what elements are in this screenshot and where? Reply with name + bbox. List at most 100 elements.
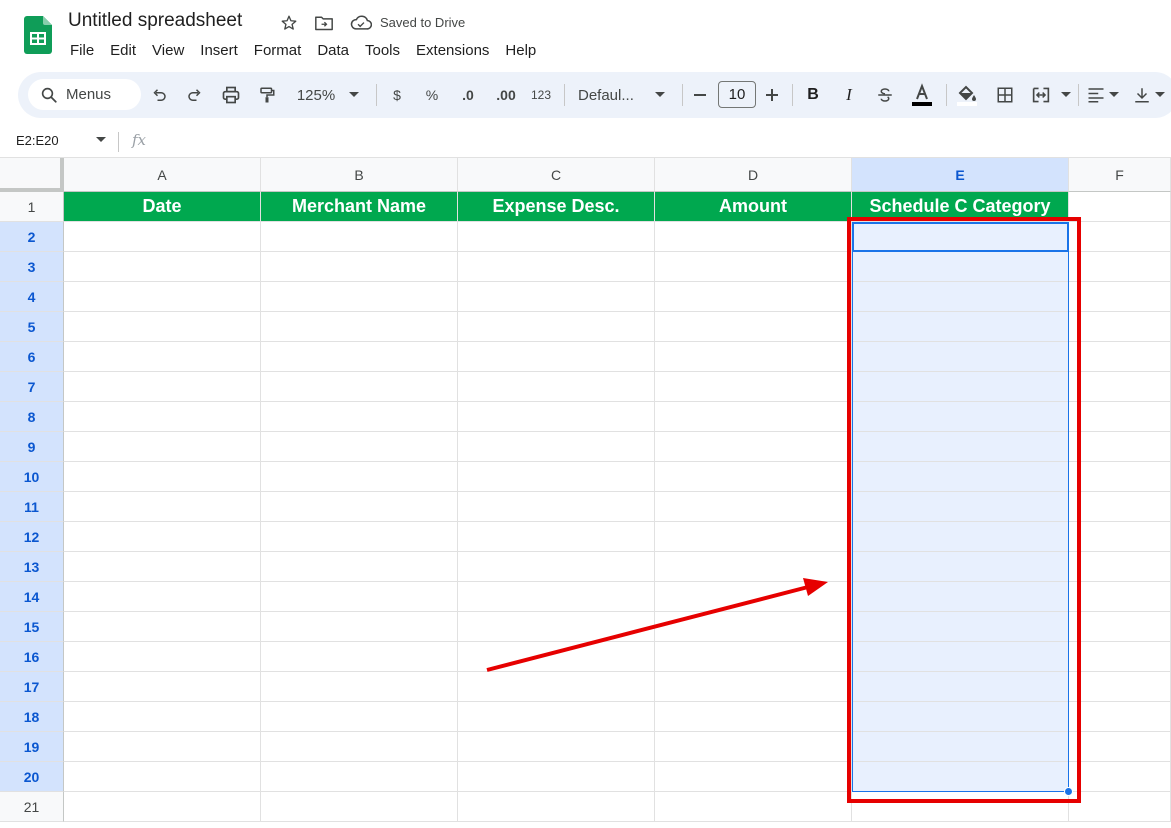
header-cell-e[interactable]: Schedule C Category	[852, 192, 1069, 222]
cell-c6[interactable]	[458, 342, 655, 372]
cell-c15[interactable]	[458, 612, 655, 642]
cell-c4[interactable]	[458, 282, 655, 312]
cell-a10[interactable]	[64, 462, 261, 492]
cell-a15[interactable]	[64, 612, 261, 642]
cell-f19[interactable]	[1069, 732, 1171, 762]
menu-view[interactable]: View	[144, 40, 192, 61]
cell-b13[interactable]	[261, 552, 458, 582]
cell-d21[interactable]	[655, 792, 852, 822]
row-header-15[interactable]: 15	[0, 612, 64, 642]
cell-b12[interactable]	[261, 522, 458, 552]
cell-a9[interactable]	[64, 432, 261, 462]
column-header-e[interactable]: E	[852, 158, 1069, 192]
cell-c8[interactable]	[458, 402, 655, 432]
column-header-c[interactable]: C	[458, 158, 655, 192]
cell-d7[interactable]	[655, 372, 852, 402]
cell-e5[interactable]	[852, 312, 1069, 342]
move-folder-icon[interactable]	[313, 12, 335, 34]
cell-b20[interactable]	[261, 762, 458, 792]
cell-e19[interactable]	[852, 732, 1069, 762]
search-menus-button[interactable]: Menus	[28, 79, 141, 110]
cell-e8[interactable]	[852, 402, 1069, 432]
cell-f15[interactable]	[1069, 612, 1171, 642]
cell-d12[interactable]	[655, 522, 852, 552]
fill-handle[interactable]	[1064, 787, 1073, 796]
cell-b21[interactable]	[261, 792, 458, 822]
cell-c12[interactable]	[458, 522, 655, 552]
column-header-f[interactable]: F	[1069, 158, 1171, 192]
cell-b2[interactable]	[261, 222, 458, 252]
row-header-16[interactable]: 16	[0, 642, 64, 672]
font-family-select[interactable]: Defaul...	[578, 72, 650, 118]
cell-d13[interactable]	[655, 552, 852, 582]
cell-a19[interactable]	[64, 732, 261, 762]
paint-format-icon[interactable]	[254, 72, 280, 118]
cell-b3[interactable]	[261, 252, 458, 282]
cell-f12[interactable]	[1069, 522, 1171, 552]
cell-b18[interactable]	[261, 702, 458, 732]
header-cell-d[interactable]: Amount	[655, 192, 852, 222]
cell-e9[interactable]	[852, 432, 1069, 462]
cell-d4[interactable]	[655, 282, 852, 312]
row-header-5[interactable]: 5	[0, 312, 64, 342]
fill-color-icon[interactable]	[954, 72, 980, 118]
cell-a12[interactable]	[64, 522, 261, 552]
row-header-19[interactable]: 19	[0, 732, 64, 762]
undo-icon[interactable]	[146, 72, 172, 118]
cell-d20[interactable]	[655, 762, 852, 792]
cell-c5[interactable]	[458, 312, 655, 342]
cell-a21[interactable]	[64, 792, 261, 822]
bold-button[interactable]: B	[802, 72, 824, 118]
cell-f13[interactable]	[1069, 552, 1171, 582]
menu-extensions[interactable]: Extensions	[408, 40, 497, 61]
cell-d11[interactable]	[655, 492, 852, 522]
font-size-input[interactable]: 10	[718, 81, 756, 108]
cell-e18[interactable]	[852, 702, 1069, 732]
cell-c9[interactable]	[458, 432, 655, 462]
cell-e6[interactable]	[852, 342, 1069, 372]
cell-a20[interactable]	[64, 762, 261, 792]
cell-a2[interactable]	[64, 222, 261, 252]
column-header-b[interactable]: B	[261, 158, 458, 192]
borders-icon[interactable]	[992, 72, 1018, 118]
menu-data[interactable]: Data	[309, 40, 357, 61]
row-header-7[interactable]: 7	[0, 372, 64, 402]
cell-d3[interactable]	[655, 252, 852, 282]
horizontal-align-icon[interactable]	[1084, 72, 1108, 118]
currency-format-button[interactable]: $	[386, 72, 408, 118]
row-header-18[interactable]: 18	[0, 702, 64, 732]
cell-b5[interactable]	[261, 312, 458, 342]
cloud-saved-icon[interactable]	[350, 12, 372, 34]
sheets-logo-icon[interactable]	[24, 16, 52, 54]
cell-f20[interactable]	[1069, 762, 1171, 792]
cell-f6[interactable]	[1069, 342, 1171, 372]
cell-a3[interactable]	[64, 252, 261, 282]
cell-d17[interactable]	[655, 672, 852, 702]
cell-f18[interactable]	[1069, 702, 1171, 732]
spreadsheet-grid[interactable]: A B C D E F 1 Date Merchant Name Expense Desc. Amo…	[0, 158, 1171, 828]
cell-c10[interactable]	[458, 462, 655, 492]
column-header-d[interactable]: D	[655, 158, 852, 192]
cell-f7[interactable]	[1069, 372, 1171, 402]
cell-a5[interactable]	[64, 312, 261, 342]
cell-a13[interactable]	[64, 552, 261, 582]
italic-button[interactable]: I	[838, 72, 860, 118]
cell-b10[interactable]	[261, 462, 458, 492]
cell-d10[interactable]	[655, 462, 852, 492]
row-header-8[interactable]: 8	[0, 402, 64, 432]
cell-d15[interactable]	[655, 612, 852, 642]
cell-c17[interactable]	[458, 672, 655, 702]
increase-font-size-icon[interactable]	[762, 72, 782, 118]
merge-dropdown-icon[interactable]	[1058, 72, 1074, 118]
cell-a14[interactable]	[64, 582, 261, 612]
vertical-align-icon[interactable]	[1130, 72, 1154, 118]
header-cell-c[interactable]: Expense Desc.	[458, 192, 655, 222]
menu-file[interactable]: File	[62, 40, 102, 61]
cell-e10[interactable]	[852, 462, 1069, 492]
cell-d18[interactable]	[655, 702, 852, 732]
zoom-select[interactable]: 125%	[286, 72, 346, 118]
number-format-button[interactable]: 123	[526, 72, 556, 118]
star-icon[interactable]	[278, 12, 300, 34]
cell-d2[interactable]	[655, 222, 852, 252]
cell-b15[interactable]	[261, 612, 458, 642]
